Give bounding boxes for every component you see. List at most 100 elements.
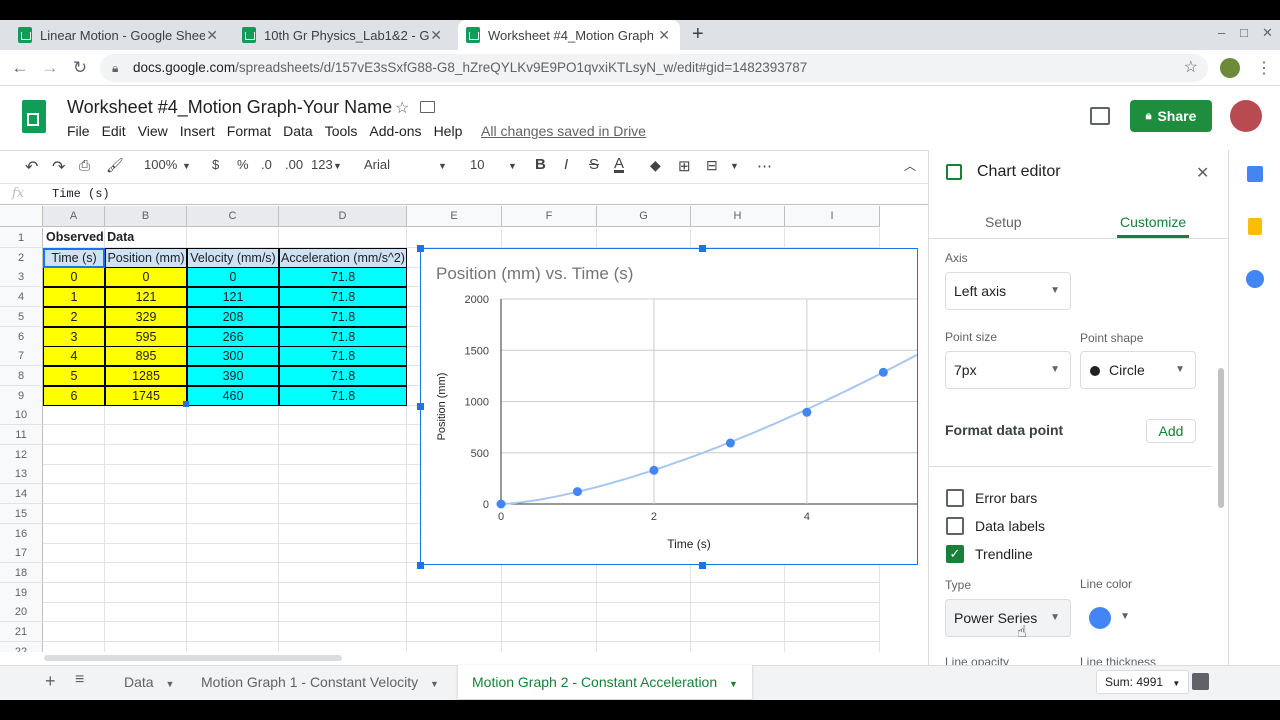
data-cell[interactable]: 71.8 [279, 326, 407, 347]
grid-cell[interactable] [43, 405, 105, 426]
resize-handle[interactable] [417, 245, 424, 252]
horizontal-scrollbar[interactable] [44, 655, 342, 661]
data-cell[interactable]: 0 [105, 267, 187, 288]
column-header[interactable]: D [279, 206, 407, 227]
paint-format-icon[interactable]: 🖌︎ [106, 157, 124, 174]
selected-cell[interactable] [43, 247, 105, 268]
data-cell[interactable]: 3 [43, 326, 105, 347]
row-header[interactable]: 22 [0, 641, 43, 652]
grid-cell[interactable] [691, 641, 785, 652]
resize-handle[interactable] [417, 403, 424, 410]
tasks-icon[interactable] [1246, 270, 1264, 288]
data-cell[interactable]: 71.8 [279, 306, 407, 327]
account-avatar[interactable] [1230, 100, 1262, 132]
row-header[interactable]: 16 [0, 523, 43, 544]
zoom-select[interactable]: 100% [144, 157, 177, 172]
grid-cell[interactable] [691, 582, 785, 603]
grid-cell[interactable] [187, 425, 279, 445]
add-sheet-icon[interactable]: + [45, 671, 56, 692]
data-cell[interactable]: 390 [187, 365, 279, 386]
grid-cell[interactable] [691, 602, 785, 623]
data-cell[interactable]: 71.8 [279, 365, 407, 386]
grid-cell[interactable] [43, 444, 105, 465]
bold-button[interactable]: B [535, 156, 546, 173]
error-bars-checkbox[interactable] [946, 489, 964, 507]
grid-cell[interactable] [105, 641, 187, 652]
column-header[interactable]: H [691, 206, 785, 227]
column-header[interactable]: I [785, 206, 880, 227]
browser-tab-2[interactable]: 10th Gr Physics_Lab1&2 - Google ✕ [242, 20, 452, 50]
grid-cell[interactable] [43, 641, 105, 652]
menu-file[interactable]: File [67, 123, 90, 139]
column-title-cell[interactable]: Velocity (mm/s) [187, 247, 279, 268]
grid-cell[interactable] [407, 622, 502, 642]
browser-profile-avatar[interactable] [1220, 58, 1240, 78]
document-title[interactable]: Worksheet #4_Motion Graph-Your Name [67, 97, 392, 118]
data-cell[interactable]: 329 [105, 306, 187, 327]
grid-cell[interactable] [279, 641, 407, 652]
data-cell[interactable]: 1285 [105, 365, 187, 386]
data-cell[interactable]: 4 [43, 346, 105, 367]
font-select[interactable]: Arial [364, 157, 390, 172]
grid-cell[interactable] [187, 582, 279, 603]
grid-cell[interactable] [785, 622, 880, 642]
share-button[interactable]: 🔒︎ Share [1130, 100, 1212, 132]
grid-cell[interactable] [597, 602, 691, 623]
grid-cell[interactable] [187, 543, 279, 564]
undo-icon[interactable]: ↶ [25, 157, 38, 177]
close-tab-icon[interactable]: ✕ [658, 27, 670, 44]
grid-cell[interactable] [187, 602, 279, 623]
column-header[interactable]: F [502, 206, 597, 227]
grid-cell[interactable] [43, 484, 105, 505]
select-all-corner[interactable] [0, 206, 43, 227]
grid-cell[interactable] [785, 582, 880, 603]
grid-cell[interactable] [279, 562, 407, 583]
menu-help[interactable]: Help [434, 123, 463, 139]
menu-addons[interactable]: Add-ons [369, 123, 421, 139]
redo-icon[interactable]: ↷ [52, 157, 65, 177]
bookmark-star-icon[interactable]: ☆ [1184, 54, 1198, 82]
grid-cell[interactable] [187, 484, 279, 505]
row-header[interactable]: 5 [0, 306, 43, 327]
grid-cell[interactable] [502, 582, 597, 603]
grid-cell[interactable] [279, 228, 407, 248]
data-cell[interactable]: 460 [187, 385, 279, 406]
fill-color-icon[interactable]: ◆ [650, 157, 661, 174]
row-header[interactable]: 15 [0, 503, 43, 524]
sheets-logo-icon[interactable] [22, 100, 46, 133]
grid-cell[interactable] [597, 622, 691, 642]
grid-cell[interactable] [279, 602, 407, 623]
grid-cell[interactable] [43, 543, 105, 564]
row-header[interactable]: 20 [0, 602, 43, 623]
print-icon[interactable]: ⎙ [79, 157, 90, 174]
grid-cell[interactable] [279, 582, 407, 603]
row-header[interactable]: 17 [0, 543, 43, 564]
data-cell[interactable]: 1 [43, 287, 105, 308]
back-icon[interactable]: ← [10, 58, 30, 78]
grid-cell[interactable] [502, 602, 597, 623]
data-cell[interactable]: 266 [187, 326, 279, 347]
point-size-dropdown[interactable]: 7px ▼ [945, 351, 1071, 389]
column-header[interactable]: A [43, 206, 105, 227]
axis-dropdown[interactable]: Left axis ▼ [945, 272, 1071, 310]
collapse-toolbar-icon[interactable]: ︿ [904, 157, 916, 174]
grid-cell[interactable] [691, 622, 785, 642]
data-cell[interactable]: 595 [105, 326, 187, 347]
grid-cell[interactable] [597, 562, 691, 583]
add-button[interactable]: Add [1146, 419, 1196, 443]
grid-cell[interactable] [43, 622, 105, 642]
data-cell[interactable]: 121 [105, 287, 187, 308]
sum-indicator[interactable]: Sum: 4991 ▼ [1096, 670, 1190, 694]
grid-cell[interactable] [187, 622, 279, 642]
grid-cell[interactable] [785, 562, 880, 583]
browser-tab-1[interactable]: Linear Motion - Google Sheets ✕ [18, 20, 228, 50]
column-header[interactable]: G [597, 206, 691, 227]
tab-customize[interactable]: Customize [1120, 214, 1186, 230]
row-header[interactable]: 13 [0, 464, 43, 485]
new-tab-icon[interactable]: + [692, 23, 704, 46]
grid-cell[interactable] [187, 503, 279, 524]
column-title-cell[interactable]: Acceleration (mm/s^2) [279, 247, 407, 268]
increase-decimal-button[interactable]: .00 [285, 157, 303, 172]
table-title[interactable]: Observed Data [43, 228, 193, 248]
grid-cell[interactable] [407, 582, 502, 603]
